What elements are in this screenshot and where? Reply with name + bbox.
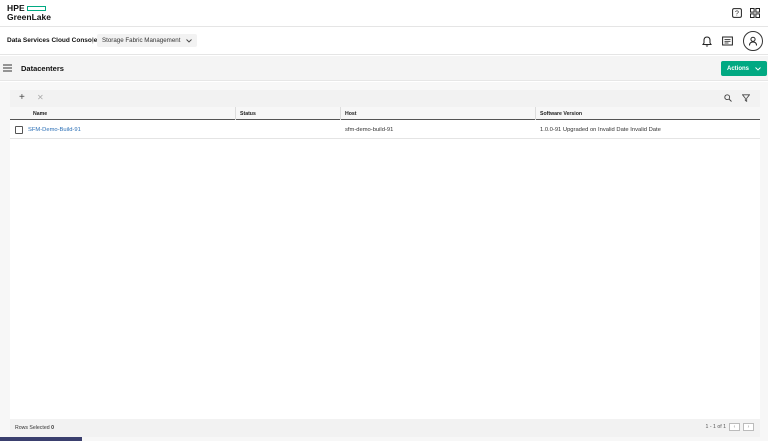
column-header-name[interactable]: Name — [33, 111, 47, 117]
app-grid-icon[interactable] — [750, 8, 760, 18]
column-divider[interactable] — [340, 107, 341, 120]
datacenters-table-panel: + ✕ Name Status Host Software Version SF… — [10, 90, 760, 437]
user-avatar-icon — [749, 36, 757, 46]
console-right-icons — [702, 31, 763, 51]
pagination-range: 1 - 1 of 1 — [705, 424, 726, 430]
next-page-button[interactable]: › — [743, 423, 754, 431]
top-bar: HPE GreenLake ? — [0, 0, 768, 27]
user-avatar-button[interactable] — [743, 31, 763, 51]
chevron-left-icon: ‹ — [733, 424, 736, 430]
row-host: sfm-demo-build-91 — [345, 127, 394, 133]
pagination: 1 - 1 of 1 ‹ › — [706, 423, 754, 431]
table-header-row — [10, 107, 760, 120]
content-area: + ✕ Name Status Host Software Version SF… — [0, 82, 768, 441]
column-header-software-version[interactable]: Software Version — [540, 111, 582, 117]
hpe-greenlake-logo[interactable]: HPE GreenLake — [7, 4, 51, 22]
rows-selected-label: Rows Selected — [15, 425, 50, 431]
console-bar: Data Services Cloud Console | Storage Fa… — [0, 27, 768, 55]
filter-icon[interactable] — [742, 94, 750, 102]
service-selector-value: Storage Fabric Management — [102, 37, 181, 44]
prev-page-button[interactable]: ‹ — [729, 423, 740, 431]
datacenter-name-link[interactable]: SFM-Demo-Build-91 — [28, 127, 81, 133]
actions-button[interactable]: Actions — [721, 61, 767, 76]
column-divider[interactable] — [535, 107, 536, 120]
table-toolbar: + ✕ — [10, 90, 760, 107]
rows-selected-count: 0 — [51, 425, 54, 431]
hamburger-menu-icon[interactable] — [3, 64, 12, 72]
page-title: Datacenters — [21, 64, 64, 73]
rows-selected-status: Rows Selected 0 — [15, 425, 54, 431]
row-checkbox[interactable] — [15, 126, 23, 134]
bottom-status-strip — [0, 437, 82, 441]
console-title[interactable]: Data Services Cloud Console — [7, 37, 97, 44]
chevron-down-icon — [186, 38, 192, 43]
svg-text:?: ? — [735, 11, 739, 18]
hpe-element-icon — [26, 6, 46, 11]
service-selector[interactable]: Storage Fabric Management — [97, 34, 197, 47]
add-icon[interactable]: + — [19, 92, 25, 103]
delete-icon[interactable]: ✕ — [37, 93, 44, 102]
page-header: Datacenters Actions — [0, 56, 768, 81]
actions-button-label: Actions — [726, 65, 749, 72]
top-icon-group: ? — [732, 8, 760, 18]
news-icon[interactable] — [722, 36, 733, 46]
logo-greenlake-text: GreenLake — [7, 12, 51, 22]
title-separator: | — [92, 37, 94, 44]
column-header-host[interactable]: Host — [345, 111, 357, 117]
column-divider[interactable] — [235, 107, 236, 120]
search-icon[interactable] — [724, 94, 732, 102]
chevron-down-icon — [755, 66, 761, 71]
row-software-version: 1.0.0-91 Upgraded on Invalid Date Invali… — [540, 127, 661, 133]
column-header-status[interactable]: Status — [240, 111, 256, 117]
chevron-right-icon: › — [747, 424, 750, 430]
table-footer: Rows Selected 0 1 - 1 of 1 ‹ › — [10, 419, 760, 437]
table-row[interactable]: SFM-Demo-Build-91 sfm-demo-build-91 1.0.… — [10, 121, 760, 139]
bell-icon[interactable] — [702, 35, 712, 47]
help-icon[interactable]: ? — [732, 8, 742, 18]
